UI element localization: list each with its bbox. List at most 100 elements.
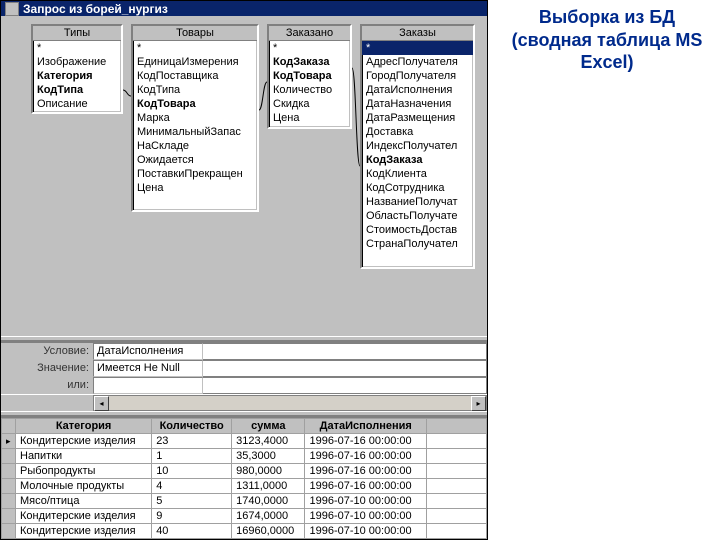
criteria-value-cell[interactable]: Имеется Не Null <box>93 360 203 377</box>
criteria-filler[interactable] <box>203 343 487 360</box>
field-row[interactable]: ПоставкиПрекращен <box>133 167 257 181</box>
tablebox-header[interactable]: Заказы <box>362 26 473 41</box>
grid-cell[interactable]: 1 <box>152 449 232 464</box>
grid-cell[interactable]: Молочные продукты <box>16 479 152 494</box>
grid-cell[interactable]: Кондитерские изделия <box>16 509 152 524</box>
field-row[interactable]: КодТовара <box>269 69 350 83</box>
field-row[interactable]: ОбластьПолучате <box>362 209 473 223</box>
field-row[interactable]: КодЗаказа <box>269 55 350 69</box>
grid-cell[interactable]: 40 <box>152 524 232 539</box>
grid-cell[interactable]: Рыбопродукты <box>16 464 152 479</box>
field-row[interactable]: Скидка <box>269 97 350 111</box>
field-row[interactable]: Изображение <box>33 55 121 69</box>
tablebox-header[interactable]: Заказано <box>269 26 350 41</box>
field-row[interactable]: КодТипа <box>133 83 257 97</box>
field-row[interactable]: ДатаНазначения <box>362 97 473 111</box>
grid-cell[interactable]: 980,0000 <box>232 464 305 479</box>
criteria-field-cell[interactable]: ДатаИсполнения <box>93 343 203 360</box>
field-row[interactable]: Марка <box>133 111 257 125</box>
grid-cell[interactable]: 1996-07-16 00:00:00 <box>305 464 427 479</box>
grid-cell[interactable]: Мясо/птица <box>16 494 152 509</box>
field-row[interactable]: СтранаПолучател <box>362 237 473 251</box>
row-selector[interactable] <box>2 479 16 494</box>
field-row[interactable]: КодПоставщика <box>133 69 257 83</box>
field-row[interactable]: Цена <box>133 181 257 195</box>
tablebox-zakazano[interactable]: Заказано*КодЗаказаКодТовараКоличествоСки… <box>267 24 352 129</box>
field-row[interactable]: Категория <box>33 69 121 83</box>
field-row[interactable]: ДатаРазмещения <box>362 111 473 125</box>
criteria-filler[interactable] <box>203 360 487 377</box>
criteria-or-cell[interactable] <box>93 377 203 394</box>
grid-cell[interactable]: 1996-07-10 00:00:00 <box>305 509 427 524</box>
criteria-label-value: Значение: <box>1 360 93 377</box>
field-row[interactable]: АдресПолучателя <box>362 55 473 69</box>
criteria-hscroll[interactable]: ◂ ▸ <box>1 394 487 411</box>
field-row[interactable]: НаСкладе <box>133 139 257 153</box>
query-window: Запрос из борей_нургиз Типы*ИзображениеК… <box>0 0 488 540</box>
field-row[interactable]: КодКлиента <box>362 167 473 181</box>
result-grid[interactable]: КатегорияКоличествосуммаДатаИсполнения Ко… <box>1 416 487 539</box>
grid-cell[interactable]: 1311,0000 <box>232 479 305 494</box>
criteria-filler[interactable] <box>203 377 487 394</box>
field-row[interactable]: КодСотрудника <box>362 181 473 195</box>
grid-cell[interactable]: 35,3000 <box>232 449 305 464</box>
field-row[interactable]: КодТипа <box>33 83 121 97</box>
window-title: Запрос из борей_нургиз <box>23 2 168 16</box>
grid-cell[interactable]: 3123,4000 <box>232 434 305 449</box>
grid-cell[interactable]: 5 <box>152 494 232 509</box>
column-header[interactable]: Категория <box>16 419 152 434</box>
scroll-left-icon[interactable]: ◂ <box>94 396 109 411</box>
field-row[interactable]: СтоимостьДостав <box>362 223 473 237</box>
row-selector[interactable] <box>2 524 16 539</box>
grid-cell[interactable]: 4 <box>152 479 232 494</box>
field-row[interactable]: КодТовара <box>133 97 257 111</box>
field-row[interactable]: Цена <box>269 111 350 125</box>
grid-cell[interactable]: 1996-07-10 00:00:00 <box>305 524 427 539</box>
field-row[interactable]: ДатаИсполнения <box>362 83 473 97</box>
field-row[interactable]: Описание <box>33 97 121 111</box>
row-selector[interactable] <box>2 434 16 449</box>
tablebox-header[interactable]: Товары <box>133 26 257 41</box>
column-header[interactable]: сумма <box>232 419 305 434</box>
row-selector[interactable] <box>2 494 16 509</box>
column-header[interactable]: ДатаИсполнения <box>305 419 427 434</box>
grid-cell[interactable]: Кондитерские изделия <box>16 524 152 539</box>
field-row[interactable]: * <box>133 41 257 55</box>
grid-cell[interactable]: 23 <box>152 434 232 449</box>
column-header[interactable]: Количество <box>152 419 232 434</box>
field-row[interactable]: * <box>33 41 121 55</box>
tablebox-zakazy[interactable]: Заказы*АдресПолучателяГородПолучателяДат… <box>360 24 475 269</box>
relationships-area[interactable]: Типы*ИзображениеКатегорияКодТипаОписание… <box>1 16 487 336</box>
row-selector-header[interactable] <box>2 419 16 434</box>
grid-cell[interactable]: 1996-07-10 00:00:00 <box>305 494 427 509</box>
scroll-right-icon[interactable]: ▸ <box>471 396 486 411</box>
tablebox-tipy[interactable]: Типы*ИзображениеКатегорияКодТипаОписание <box>31 24 123 114</box>
row-selector[interactable] <box>2 464 16 479</box>
field-row[interactable]: Количество <box>269 83 350 97</box>
grid-cell[interactable]: 10 <box>152 464 232 479</box>
grid-cell[interactable]: 1674,0000 <box>232 509 305 524</box>
grid-cell[interactable]: 9 <box>152 509 232 524</box>
grid-cell[interactable]: Напитки <box>16 449 152 464</box>
field-row[interactable]: Ожидается <box>133 153 257 167</box>
grid-cell[interactable]: 1740,0000 <box>232 494 305 509</box>
field-row[interactable]: ЕдиницаИзмерения <box>133 55 257 69</box>
field-row[interactable]: * <box>362 41 473 55</box>
field-row[interactable]: Доставка <box>362 125 473 139</box>
field-row[interactable]: НазваниеПолучат <box>362 195 473 209</box>
tablebox-header[interactable]: Типы <box>33 26 121 41</box>
field-row[interactable]: ГородПолучателя <box>362 69 473 83</box>
tablebox-tovary[interactable]: Товары*ЕдиницаИзмеренияКодПоставщикаКодТ… <box>131 24 259 212</box>
grid-cell[interactable]: 1996-07-16 00:00:00 <box>305 434 427 449</box>
row-selector[interactable] <box>2 509 16 524</box>
field-row[interactable]: * <box>269 41 350 55</box>
grid-cell[interactable]: 16960,0000 <box>232 524 305 539</box>
row-selector[interactable] <box>2 449 16 464</box>
grid-cell[interactable]: Кондитерские изделия <box>16 434 152 449</box>
grid-cell[interactable]: 1996-07-16 00:00:00 <box>305 449 427 464</box>
grid-cell[interactable]: 1996-07-16 00:00:00 <box>305 479 427 494</box>
titlebar[interactable]: Запрос из борей_нургиз <box>1 1 487 16</box>
field-row[interactable]: КодЗаказа <box>362 153 473 167</box>
field-row[interactable]: ИндексПолучател <box>362 139 473 153</box>
field-row[interactable]: МинимальныйЗапас <box>133 125 257 139</box>
